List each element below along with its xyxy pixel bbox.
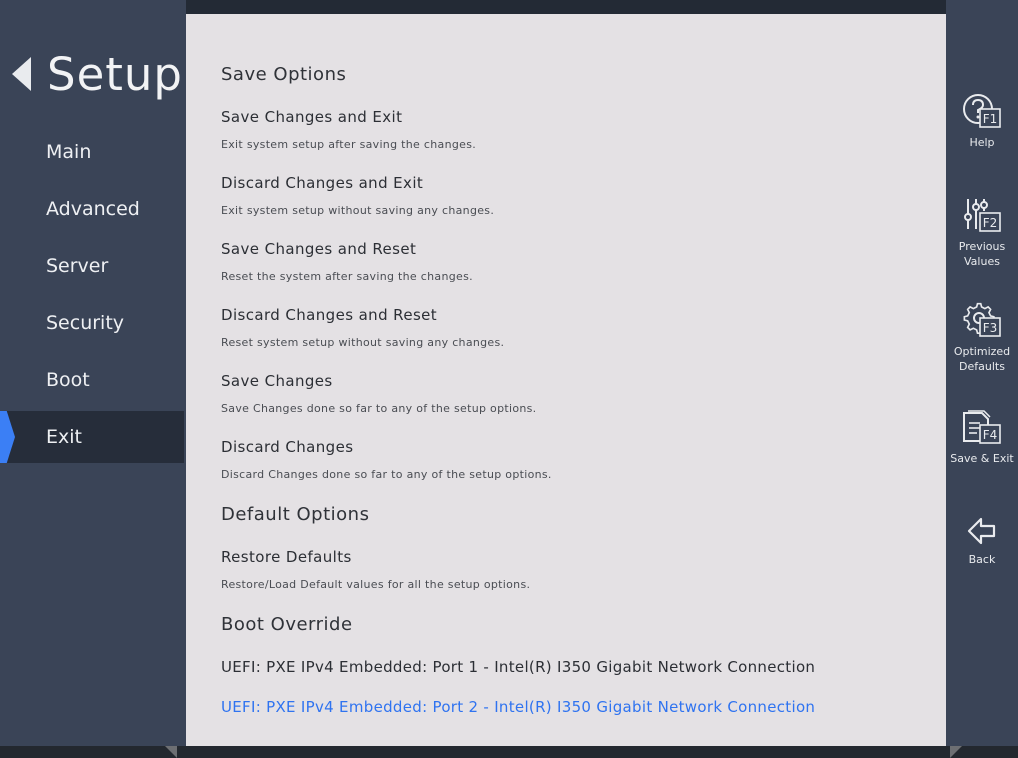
previous-values-label: Previous Values bbox=[958, 240, 1006, 268]
right-toolbar: F1 Help F2 Previous Values F3 Optimized … bbox=[946, 0, 1018, 746]
back-button[interactable]: Back bbox=[946, 516, 1018, 567]
option-restore-defaults[interactable]: Restore Defaults bbox=[221, 548, 352, 566]
previous-values-button[interactable]: F2 Previous Values bbox=[946, 197, 1018, 269]
active-indicator bbox=[0, 411, 15, 463]
back-arrow-icon bbox=[967, 517, 996, 545]
main-panel: Save Options Save Changes and Exit Exit … bbox=[186, 14, 946, 758]
option-description: Exit system setup without saving any cha… bbox=[221, 204, 495, 217]
option-description: Reset the system after saving the change… bbox=[221, 270, 473, 283]
save-document-icon: F4 bbox=[963, 410, 1001, 444]
nav-item-advanced[interactable]: Advanced bbox=[0, 183, 186, 235]
boot-override-item-port-2[interactable]: UEFI: PXE IPv4 Embedded: Port 2 - Intel(… bbox=[221, 698, 815, 716]
svg-text:F2: F2 bbox=[983, 216, 998, 230]
nav-item-server[interactable]: Server bbox=[0, 240, 186, 292]
left-navigation: Setup Main Advanced Server Security Boot… bbox=[0, 0, 186, 746]
option-save-changes[interactable]: Save Changes bbox=[221, 372, 333, 390]
option-description: Restore/Load Default values for all the … bbox=[221, 578, 531, 591]
help-icon: F1 bbox=[963, 94, 1001, 128]
section-title-default-options: Default Options bbox=[221, 504, 370, 525]
setup-title: Setup bbox=[47, 47, 183, 101]
sliders-icon: F2 bbox=[964, 199, 1001, 232]
optimized-defaults-label: Optimized Defaults bbox=[953, 345, 1011, 373]
nav-item-label: Advanced bbox=[46, 198, 140, 220]
nav-item-label: Boot bbox=[46, 369, 90, 391]
optimized-defaults-button[interactable]: F3 Optimized Defaults bbox=[946, 302, 1018, 374]
corner-notch bbox=[950, 746, 962, 758]
nav-menu: Main Advanced Server Security Boot Exit bbox=[0, 126, 186, 468]
option-save-changes-and-reset[interactable]: Save Changes and Reset bbox=[221, 240, 416, 258]
option-save-changes-and-exit[interactable]: Save Changes and Exit bbox=[221, 108, 402, 126]
option-description: Discard Changes done so far to any of th… bbox=[221, 468, 552, 481]
nav-item-main[interactable]: Main bbox=[0, 126, 186, 178]
option-discard-changes-and-exit[interactable]: Discard Changes and Exit bbox=[221, 174, 423, 192]
save-and-exit-button[interactable]: F4 Save & Exit bbox=[946, 409, 1018, 466]
nav-item-boot[interactable]: Boot bbox=[0, 354, 186, 406]
nav-item-label: Security bbox=[46, 312, 125, 334]
option-description: Exit system setup after saving the chang… bbox=[221, 138, 477, 151]
back-label: Back bbox=[968, 553, 996, 566]
help-label: Help bbox=[969, 136, 995, 149]
option-description: Reset system setup without saving any ch… bbox=[221, 336, 505, 349]
option-discard-changes-and-reset[interactable]: Discard Changes and Reset bbox=[221, 306, 437, 324]
nav-item-security[interactable]: Security bbox=[0, 297, 186, 349]
section-title-boot-override: Boot Override bbox=[221, 614, 353, 635]
back-triangle-icon[interactable] bbox=[12, 57, 31, 91]
setup-back-header[interactable]: Setup bbox=[12, 46, 183, 102]
nav-item-label: Main bbox=[46, 141, 92, 163]
nav-item-label: Exit bbox=[46, 426, 82, 448]
bottom-strip bbox=[0, 746, 1018, 758]
top-bar bbox=[186, 0, 946, 14]
help-button[interactable]: F1 Help bbox=[946, 93, 1018, 150]
svg-text:F3: F3 bbox=[983, 321, 998, 335]
corner-notch bbox=[165, 746, 177, 758]
nav-item-exit[interactable]: Exit bbox=[0, 411, 184, 463]
section-title-save-options: Save Options bbox=[221, 64, 347, 85]
boot-override-item-port-1[interactable]: UEFI: PXE IPv4 Embedded: Port 1 - Intel(… bbox=[221, 658, 815, 676]
option-description: Save Changes done so far to any of the s… bbox=[221, 402, 537, 415]
svg-text:F1: F1 bbox=[983, 112, 998, 126]
save-and-exit-label: Save & Exit bbox=[950, 452, 1014, 465]
gear-icon: F3 bbox=[963, 302, 1001, 337]
option-discard-changes[interactable]: Discard Changes bbox=[221, 438, 353, 456]
svg-text:F4: F4 bbox=[983, 428, 998, 442]
nav-item-label: Server bbox=[46, 255, 109, 277]
